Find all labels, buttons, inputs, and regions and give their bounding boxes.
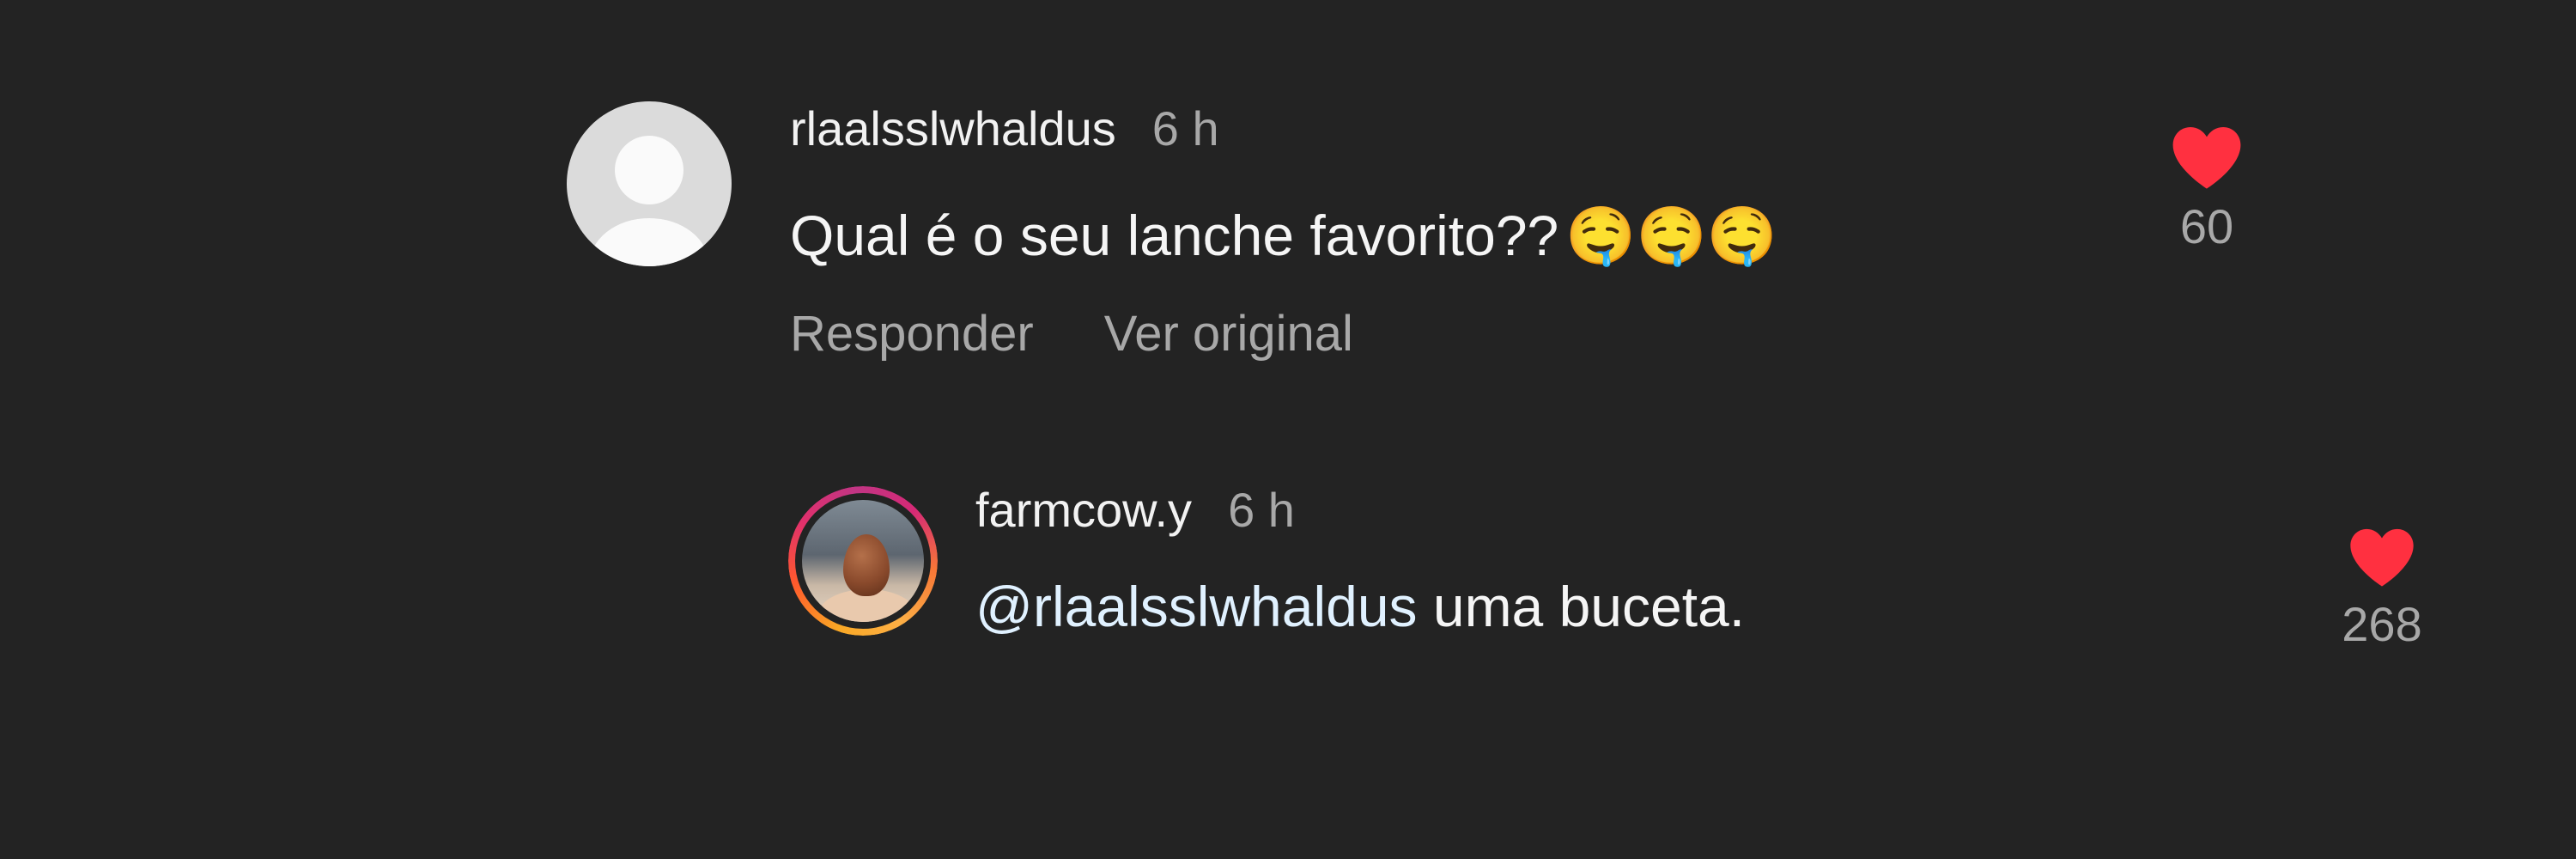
like-count: 60 — [2179, 199, 2234, 253]
heart-icon[interactable] — [2348, 526, 2416, 587]
comment-header: rlaalsslwhaldus 6 h — [790, 101, 1219, 156]
reply-button[interactable]: Responder — [790, 306, 1034, 362]
comment-timestamp: 6 h — [1151, 101, 1219, 155]
story-avatar-icon[interactable] — [788, 486, 938, 636]
like-count: 268 — [2342, 597, 2422, 651]
heart-icon[interactable] — [2170, 124, 2244, 189]
profile-photo — [802, 500, 924, 622]
avatar-body-shape — [589, 218, 709, 266]
comment-body: Qual é o seu lanche favorito?? — [790, 204, 1559, 267]
comment-text: @rlaalsslwhaldus uma buceta. — [975, 572, 1745, 641]
like-control: 268 — [2322, 526, 2442, 652]
comment-body: uma buceta. — [1417, 575, 1746, 638]
comment-text: Qual é o seu lanche favorito?? 🤤🤤🤤 — [790, 201, 1777, 271]
username-link[interactable]: rlaalsslwhaldus — [790, 101, 1116, 155]
see-original-button[interactable]: Ver original — [1104, 306, 1353, 362]
comment-item: rlaalsslwhaldus 6 h Qual é o seu lanche f… — [567, 101, 2250, 385]
egg-shape — [843, 534, 890, 596]
comment-actions: Responder Ver original — [790, 304, 1353, 364]
user-avatar-icon[interactable] — [567, 101, 732, 266]
comment-header: farmcow.y 6 h — [975, 483, 1295, 538]
avatar-head-shape — [615, 136, 683, 204]
drooling-face-emoji: 🤤🤤🤤 — [1565, 203, 1777, 269]
like-control: 60 — [2147, 124, 2267, 254]
username-link[interactable]: farmcow.y — [975, 483, 1192, 537]
comment-timestamp: 6 h — [1228, 483, 1295, 537]
reply-item: farmcow.y 6 h @rlaalsslwhaldus uma buceta… — [788, 483, 2422, 680]
mention-link[interactable]: @rlaalsslwhaldus — [975, 575, 1418, 638]
